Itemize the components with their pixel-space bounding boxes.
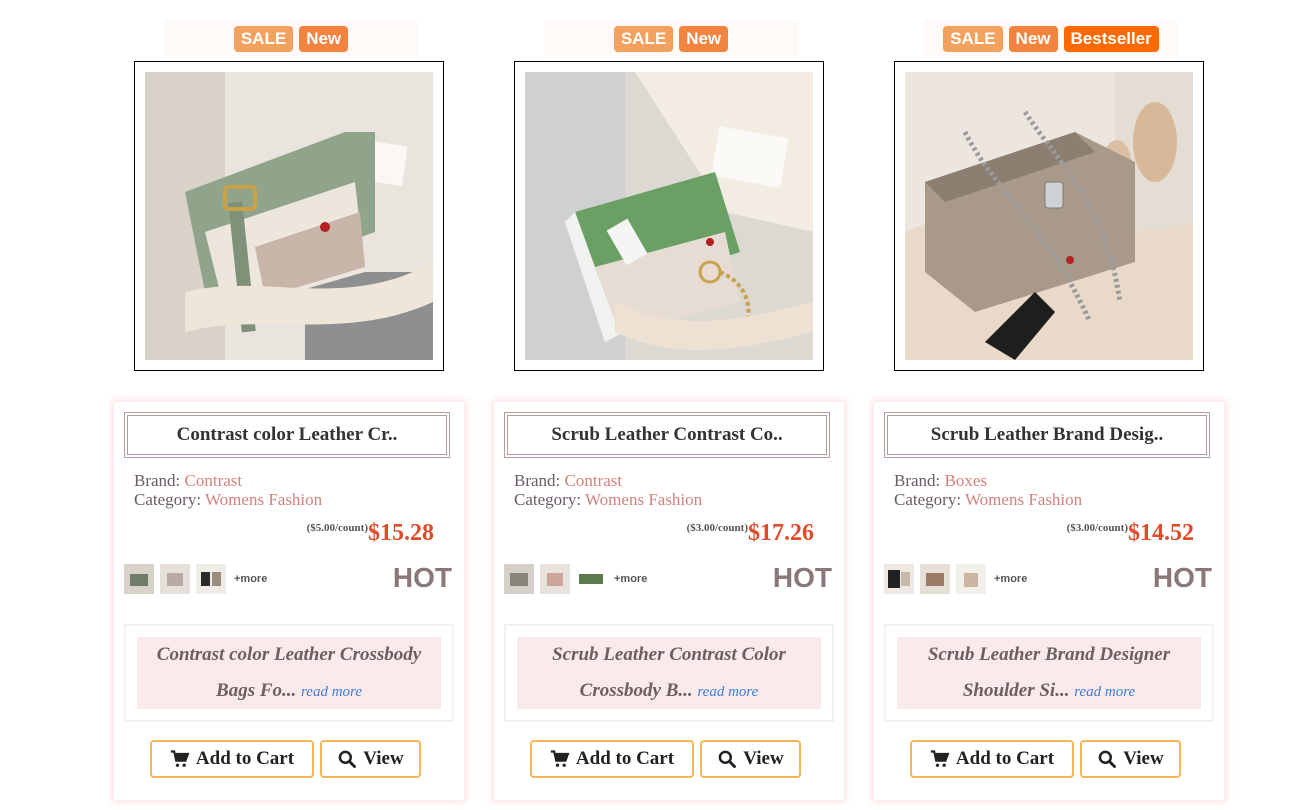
action-buttons: Add to Cart View [150,740,421,778]
add-to-cart-button[interactable]: Add to Cart [910,740,1074,778]
view-button[interactable]: View [320,740,421,778]
product-title-box[interactable]: Contrast color Leather Cr.. [124,412,450,458]
hot-label: HOT [392,562,452,593]
unit-price: ($5.00/count) [306,522,368,534]
thumbnail[interactable] [504,564,534,594]
view-label: View [363,748,404,769]
more-thumbnails-link[interactable]: +more [234,573,267,585]
new-badge: New [299,26,349,52]
badge-bar: SALE New [164,20,418,58]
add-to-cart-button[interactable]: Add to Cart [530,740,694,778]
add-to-cart-button[interactable]: Add to Cart [150,740,314,778]
cart-icon [170,750,190,767]
brand-label: Brand: [134,471,181,490]
read-more-link[interactable]: read more [697,684,758,700]
product-photo [905,72,1193,360]
product-title-box[interactable]: Scrub Leather Contrast Co.. [504,412,830,458]
thumbnail[interactable] [884,564,914,594]
category-link[interactable]: Womens Fashion [965,490,1082,509]
category-link[interactable]: Womens Fashion [585,490,702,509]
description: Scrub Leather Brand Designer Shoulder Si… [897,637,1201,709]
action-buttons: Add to Cart View [910,740,1181,778]
thumbnail[interactable] [196,564,226,594]
new-badge: New [1008,26,1058,52]
add-to-cart-label: Add to Cart [955,748,1055,769]
price-row: ($5.00/count) $15.28 [307,519,434,547]
product-image[interactable] [514,61,824,371]
description-box: Contrast color Leather Crossbody Bags Fo… [124,624,454,722]
price: $14.52 [1128,520,1194,546]
search-icon [338,750,357,768]
thumbnail[interactable] [956,564,986,594]
more-thumbnails-link[interactable]: +more [994,573,1027,585]
price-row: ($3.00/count) $17.26 [687,519,814,547]
more-thumbnails-link[interactable]: +more [614,573,647,585]
description-text: Contrast color Leather Crossbody Bags Fo… [156,644,422,701]
description-box: Scrub Leather Contrast Color Crossbody B… [504,624,834,722]
brand-link[interactable]: Contrast [185,471,243,490]
brand-label: Brand: [514,471,561,490]
product-title: Contrast color Leather Cr.. [127,415,447,455]
description: Contrast color Leather Crossbody Bags Fo… [137,637,441,709]
thumbnail[interactable] [540,564,570,594]
view-button[interactable]: View [700,740,801,778]
product-image[interactable] [894,61,1204,371]
thumbnail-strip: +more [884,564,1027,594]
unit-price: ($3.00/count) [686,522,748,534]
price: $15.28 [368,520,434,546]
read-more-link[interactable]: read more [1074,684,1135,700]
thumbnail-strip: +more [124,564,267,594]
unit-price: ($3.00/count) [1066,522,1128,534]
product-title: Scrub Leather Contrast Co.. [507,415,827,455]
cart-icon [930,750,950,767]
hot-label: HOT [772,562,832,593]
bestseller-badge: Bestseller [1063,26,1159,52]
description-box: Scrub Leather Brand Designer Shoulder Si… [884,624,1214,722]
thumbnail[interactable] [576,564,606,594]
view-button[interactable]: View [1080,740,1181,778]
add-to-cart-label: Add to Cart [575,748,675,769]
category-label: Category: [134,490,202,509]
category-link[interactable]: Womens Fashion [205,490,322,509]
price-row: ($3.00/count) $14.52 [1067,519,1194,547]
new-badge: New [679,26,729,52]
thumbnail-strip: +more [504,564,647,594]
view-label: View [1123,748,1164,769]
product-card: Scrub Leather Brand Desig.. Brand: Boxes… [874,402,1224,800]
thumbnail[interactable] [160,564,190,594]
sale-badge: SALE [943,26,1003,52]
brand-link[interactable]: Boxes [945,471,988,490]
category-label: Category: [514,490,582,509]
thumbnail[interactable] [920,564,950,594]
brand-link[interactable]: Contrast [565,471,623,490]
category-label: Category: [894,490,962,509]
product-image[interactable] [134,61,444,371]
price: $17.26 [748,520,814,546]
add-to-cart-label: Add to Cart [195,748,295,769]
sale-badge: SALE [613,26,674,52]
cart-icon [550,750,570,767]
action-buttons: Add to Cart View [530,740,801,778]
product-photo [525,72,813,360]
sale-badge: SALE [233,26,294,52]
product-title-box[interactable]: Scrub Leather Brand Desig.. [884,412,1210,458]
product-meta: Brand: Contrast Category: Womens Fashion [134,471,322,509]
badge-bar: SALE New [544,20,798,58]
view-label: View [743,748,784,769]
product-meta: Brand: Boxes Category: Womens Fashion [894,471,1082,509]
search-icon [718,750,737,768]
thumbnail[interactable] [124,564,154,594]
product-meta: Brand: Contrast Category: Womens Fashion [514,471,702,509]
description: Scrub Leather Contrast Color Crossbody B… [517,637,821,709]
product-title: Scrub Leather Brand Desig.. [887,415,1207,455]
search-icon [1098,750,1117,768]
badge-bar: SALE New Bestseller [924,20,1178,58]
hot-label: HOT [1152,562,1212,593]
product-card: Contrast color Leather Cr.. Brand: Contr… [114,402,464,800]
product-card: Scrub Leather Contrast Co.. Brand: Contr… [494,402,844,800]
product-photo [145,72,433,360]
read-more-link[interactable]: read more [301,684,362,700]
brand-label: Brand: [894,471,941,490]
